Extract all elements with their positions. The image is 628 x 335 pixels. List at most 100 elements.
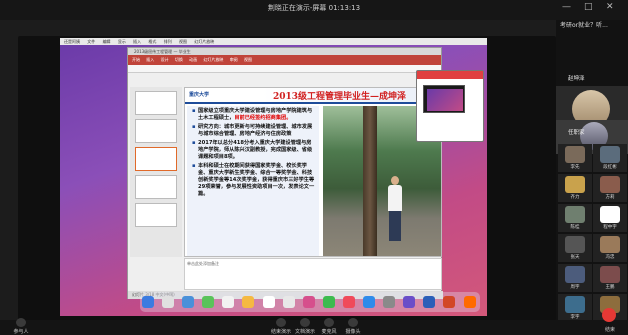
participants-button[interactable]: 参与人	[6, 318, 36, 335]
participant-name: 齐力	[570, 195, 580, 200]
participant-tile[interactable]: 陈桂	[558, 204, 592, 232]
ribbon-tab[interactable]: 审阅	[230, 57, 238, 62]
participant-tile[interactable]: 段红彬	[593, 144, 627, 172]
ribbon-tab[interactable]: 插入	[146, 57, 154, 62]
slide-title: 2013级工程管理毕业生—成坤泽	[273, 92, 407, 102]
ppt-toolbar[interactable]	[128, 65, 441, 73]
close-icon[interactable]: ✕	[606, 2, 614, 12]
participant-avatar	[565, 206, 585, 223]
menu-item[interactable]: 还是阿姨	[64, 39, 80, 44]
menu-item[interactable]: 视图	[179, 39, 187, 44]
university-logo: 重庆大学	[189, 92, 210, 98]
person-figure	[385, 176, 405, 246]
second-name: 任职家	[568, 130, 585, 136]
minimize-icon[interactable]: —	[562, 2, 571, 12]
slide-thumbnail[interactable]	[135, 91, 177, 115]
notes-icon[interactable]	[242, 296, 255, 308]
doc-icon	[300, 318, 310, 327]
camera-button[interactable]: 摄像头	[338, 318, 368, 335]
appstore-icon[interactable]	[363, 296, 376, 308]
participant-name: 陈桂	[570, 225, 580, 230]
participant-avatar	[565, 146, 585, 163]
ribbon-tab[interactable]: 幻灯片放映	[203, 57, 223, 62]
safari-icon[interactable]	[182, 296, 195, 308]
participant-tile[interactable]: 王鹏	[593, 264, 627, 292]
reminders-icon[interactable]	[282, 296, 295, 308]
ribbon-tab[interactable]: 设计	[161, 57, 169, 62]
launchpad-icon[interactable]	[162, 296, 175, 308]
slide-header: 重庆大学 2013级工程管理毕业生—成坤泽	[185, 88, 443, 104]
participant-tile[interactable]: 齐力	[558, 174, 592, 202]
participant-tile[interactable]: 李先	[558, 144, 592, 172]
powerpoint-icon[interactable]	[443, 296, 456, 308]
slide-thumbnail[interactable]	[135, 175, 177, 199]
menu-item[interactable]: 文件	[87, 39, 95, 44]
participant-name: 方莉	[605, 195, 615, 200]
participant-tile[interactable]: 冯忠	[593, 234, 627, 262]
participant-avatar	[565, 266, 585, 283]
mail-icon[interactable]	[222, 296, 235, 308]
facetime-icon[interactable]	[322, 296, 335, 308]
app-icon[interactable]	[403, 296, 416, 308]
ribbon-tab[interactable]: 视图	[244, 57, 252, 62]
presenter-mini-window[interactable]	[416, 70, 484, 142]
participant-avatar	[565, 236, 585, 253]
participant-tile[interactable]: 李字	[558, 294, 592, 322]
meeting-topic[interactable]: 考研or就业？听...	[556, 20, 628, 32]
settings-icon[interactable]	[383, 296, 396, 308]
menu-item[interactable]: 格式	[148, 39, 156, 44]
participant-avatar	[565, 296, 585, 313]
slide-thumbnail[interactable]	[135, 119, 177, 143]
participant-tile[interactable]: 周宇	[558, 264, 592, 292]
window-titlebar: 荆晓正在演示-屏幕 01:13:13 — □ ✕	[0, 0, 628, 20]
participant-avatar	[600, 206, 620, 223]
leave-meeting-button[interactable]	[602, 308, 616, 322]
menu-item[interactable]: 编辑	[103, 39, 111, 44]
messages-icon[interactable]	[202, 296, 215, 308]
participant-avatar	[600, 236, 620, 253]
participant-name: 段红彬	[603, 165, 617, 170]
participant-name: 周宇	[570, 285, 580, 290]
bullet-item: 研究方向：城市更新与可持续建设管理、城市发展与城市综合管理、房地产经济与住房政策	[192, 124, 315, 138]
ribbon-tab[interactable]: 开始	[132, 57, 140, 62]
mac-menu-bar: 还是阿姨 文件 编辑 显示 插入 格式 排列 视图 幻灯片放映	[60, 38, 487, 45]
maximize-icon[interactable]: □	[584, 2, 593, 12]
menu-item[interactable]: 插入	[133, 39, 141, 44]
menu-item[interactable]: 幻灯片放映	[194, 39, 214, 44]
participant-avatar	[600, 146, 620, 163]
participant-name: 李先	[570, 165, 580, 170]
participant-avatar	[600, 266, 620, 283]
slide-thumbnail[interactable]	[135, 147, 177, 171]
screen-icon	[276, 318, 286, 327]
finder-icon[interactable]	[142, 296, 154, 308]
ribbon-tab[interactable]: 切换	[175, 57, 183, 62]
participant-tile[interactable]: 方莉	[593, 174, 627, 202]
bullet-item: 国家级立项重庆大学建设管理与房地产学院建筑与土木工程硕士，目前已经签约招商集团。	[192, 108, 315, 122]
slide-thumbnail[interactable]	[135, 203, 177, 227]
bullet-item: 2017年以总分418分考入重庆大学建设管理与房地产学院，师从陈兴汉副教授，完成…	[192, 140, 315, 161]
people-icon	[16, 318, 26, 327]
menu-item[interactable]: 排列	[164, 39, 172, 44]
tree-trunk	[363, 106, 377, 256]
mic-icon	[324, 318, 334, 327]
bullet-item: 本科和硕士在校期间获得国家奖学金、校长奖学金、重庆大学新生奖学金、综合一等奖学金…	[192, 163, 315, 198]
participant-tile[interactable]: 张天	[558, 234, 592, 262]
participant-name: 程中宇	[603, 225, 617, 230]
ribbon-tab[interactable]: 动画	[189, 57, 197, 62]
mac-dock	[140, 292, 480, 312]
word-icon[interactable]	[423, 296, 436, 308]
photos-icon[interactable]	[302, 296, 315, 308]
participant-tile[interactable]: 程中宇	[593, 204, 627, 232]
app-icon[interactable]	[463, 296, 476, 308]
host-name: 赵坤泽	[568, 76, 585, 82]
menu-item[interactable]: 显示	[118, 39, 126, 44]
current-slide[interactable]: 重庆大学 2013级工程管理毕业生—成坤泽 国家级立项重庆大学建设管理与房地产学…	[184, 87, 443, 257]
music-icon[interactable]	[342, 296, 355, 308]
slide-thumbnail-pane	[130, 87, 182, 257]
calendar-icon[interactable]	[262, 296, 275, 308]
participants-sidebar: 考研or就业？听... 赵坤泽 任职家 李先 段红彬齐力 方莉陈桂 程中宇张天 冯忠周宇…	[556, 20, 628, 322]
meeting-controls-bar: 参与人 结束演示 文档演示 麦克风 摄像头 结束	[0, 318, 628, 335]
ppt-filename: 2013级屈伟工程管理 — 毕业生	[128, 48, 441, 55]
speaker-notes[interactable]: 单击此处添加备注	[184, 258, 442, 290]
mini-window-title	[417, 71, 483, 79]
